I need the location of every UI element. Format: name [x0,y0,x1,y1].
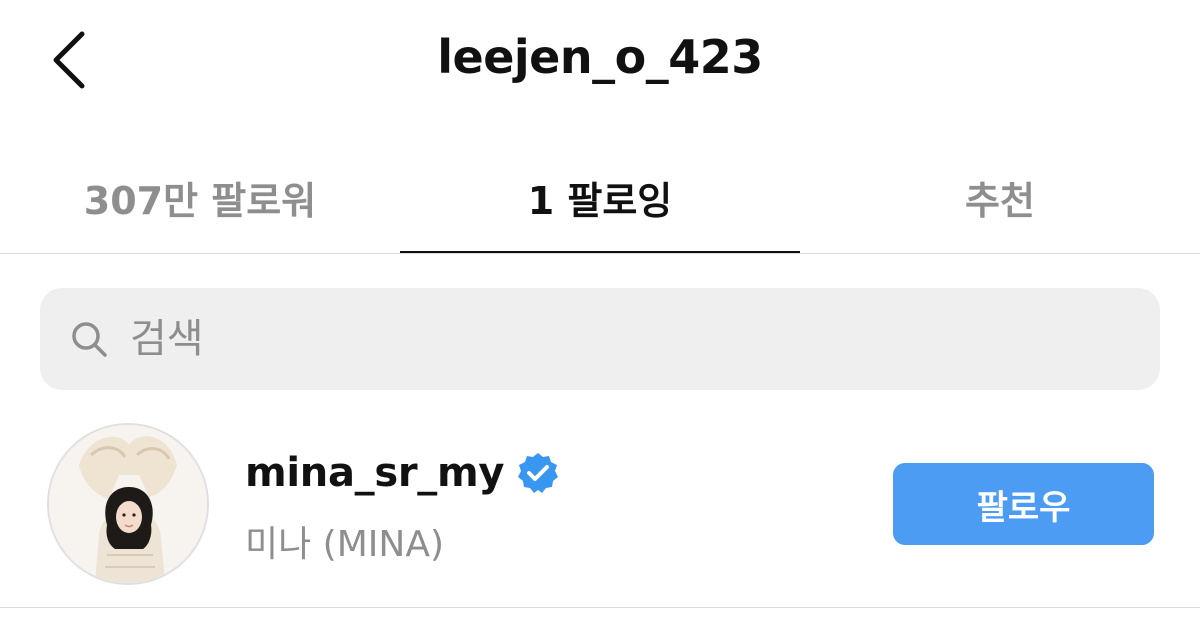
tab-following[interactable]: 1 팔로잉 [400,140,800,254]
username-line: mina_sr_my [245,450,560,496]
divider [0,253,1200,254]
full-name: 미나 (MINA) [245,524,445,565]
profile-photo [49,425,207,583]
tab-suggested[interactable]: 추천 [800,140,1200,254]
page-title: leejen_o_423 [437,30,763,84]
tab-followers[interactable]: 307만 팔로워 [0,140,400,254]
divider [0,607,1200,608]
header: leejen_o_423 [0,0,1200,130]
verified-badge-icon [516,451,560,495]
avatar[interactable] [47,423,209,585]
follow-button[interactable]: 팔로우 [893,463,1154,545]
tab-bar: 307만 팔로워 1 팔로잉 추천 [0,140,1200,254]
list-item[interactable]: mina_sr_my 미나 (MINA) 팔로우 [0,410,1200,608]
following-screen: leejen_o_423 307만 팔로워 1 팔로잉 추천 검색 mina_s… [0,0,1200,618]
search-input[interactable] [130,306,1130,372]
search-icon [68,318,110,360]
search-bar[interactable] [40,288,1160,390]
username[interactable]: mina_sr_my [245,450,504,496]
